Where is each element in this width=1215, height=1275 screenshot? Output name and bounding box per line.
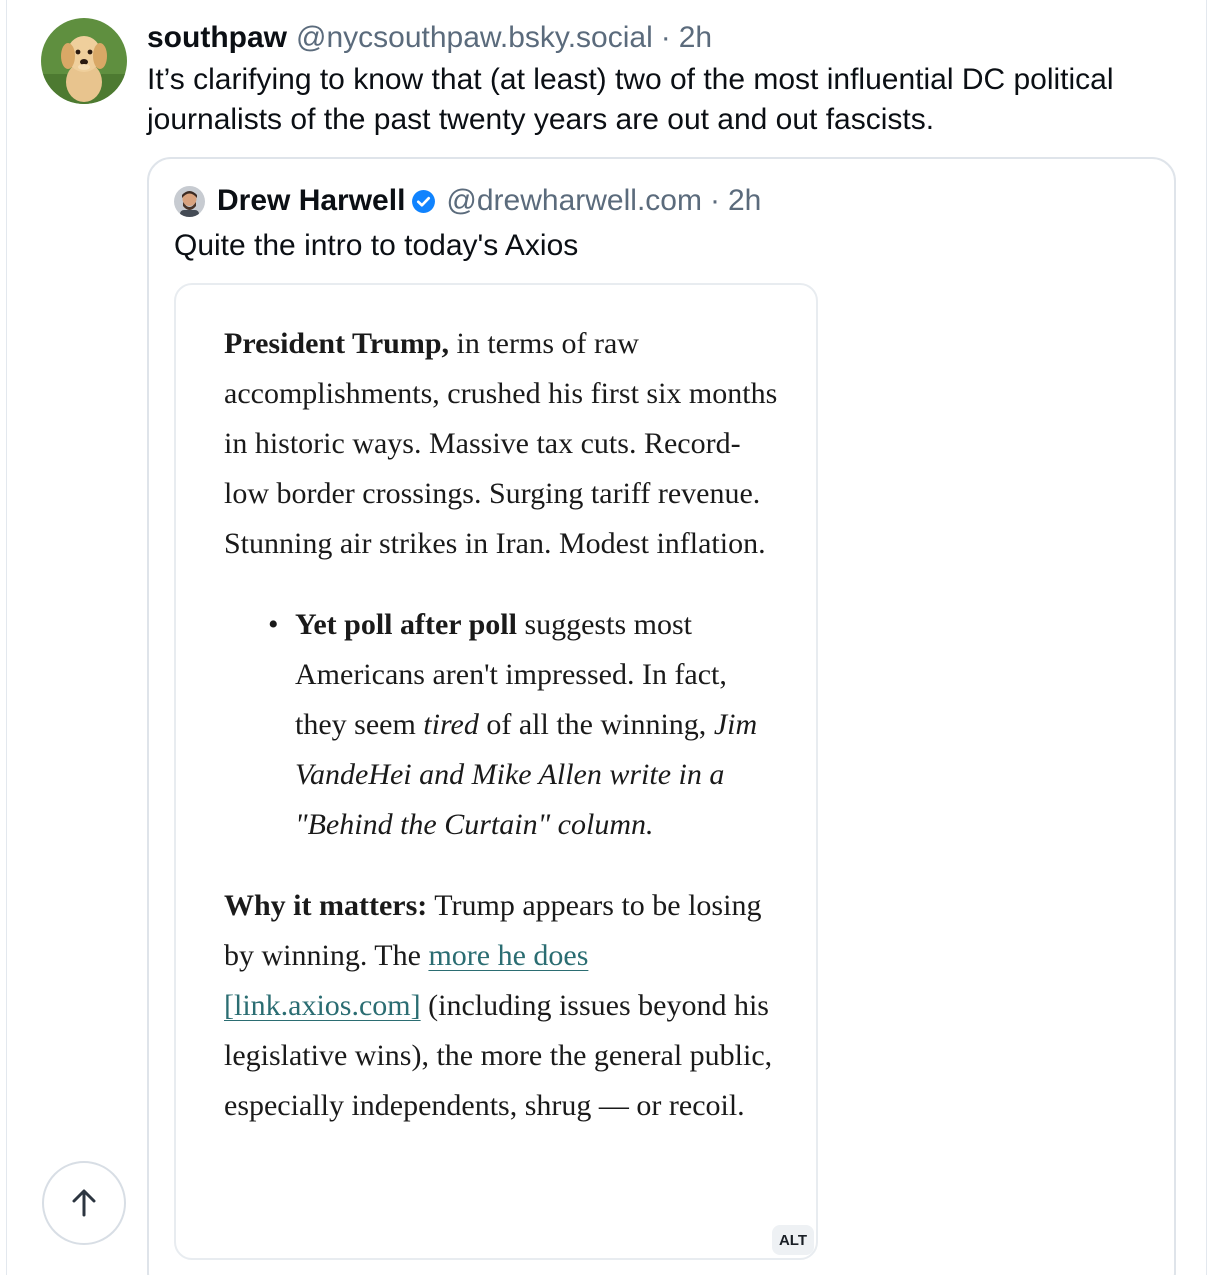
quoted-author-display-name[interactable]: Drew Harwell: [217, 184, 405, 218]
left-border: [6, 0, 7, 1275]
article-excerpt: President Trump, in terms of raw accompl…: [224, 319, 784, 1131]
article-paragraph-1: President Trump, in terms of raw accompl…: [224, 319, 784, 569]
post-timestamp[interactable]: 2h: [679, 21, 712, 55]
right-border: [1206, 0, 1207, 1275]
bullet-italic-word: tired: [423, 708, 479, 741]
bullet-mark: •: [268, 608, 279, 641]
arrow-up-icon: [72, 1189, 96, 1217]
paragraph-2-bold-lead: Why it matters:: [224, 889, 428, 922]
paragraph-1-text: in terms of raw accomplishments, crushed…: [224, 327, 778, 560]
embedded-article-screenshot[interactable]: President Trump, in terms of raw accompl…: [174, 283, 818, 1260]
paragraph-1-bold-lead: President Trump,: [224, 327, 450, 360]
bullet-bold-lead: Yet poll after poll: [295, 608, 517, 641]
person-avatar-icon: [174, 186, 205, 217]
post-text: It’s clarifying to know that (at least) …: [147, 63, 1114, 136]
article-paragraph-2: Why it matters: Trump appears to be losi…: [224, 881, 784, 1131]
author-handle[interactable]: @nycsouthpaw.bsky.social: [296, 21, 653, 55]
quoted-author-avatar[interactable]: [174, 186, 205, 217]
quoted-post-text: Quite the intro to today's Axios: [174, 229, 579, 262]
quoted-post-header: Drew Harwell @drewharwell.com · 2h: [217, 181, 761, 221]
author-display-name[interactable]: southpaw: [147, 21, 287, 55]
scroll-to-top-button[interactable]: [42, 1161, 126, 1245]
bullet-text-2: of all the winning,: [478, 708, 714, 741]
post-header: southpaw @nycsouthpaw.bsky.social · 2h: [147, 18, 712, 58]
alt-text-badge[interactable]: ALT: [772, 1225, 814, 1255]
quoted-header-separator: ·: [709, 184, 720, 217]
quoted-author-handle[interactable]: @drewharwell.com: [446, 184, 702, 218]
verified-check-icon[interactable]: [411, 189, 436, 214]
golden-retriever-puppy-icon: [41, 18, 127, 104]
quoted-post-card[interactable]: Drew Harwell @drewharwell.com · 2h Quite…: [147, 157, 1176, 1275]
article-bullet: • Yet poll after poll suggests most Ameri…: [224, 600, 784, 850]
header-separator: ·: [660, 21, 671, 54]
author-avatar[interactable]: [41, 18, 127, 104]
quoted-post-timestamp[interactable]: 2h: [728, 184, 761, 218]
